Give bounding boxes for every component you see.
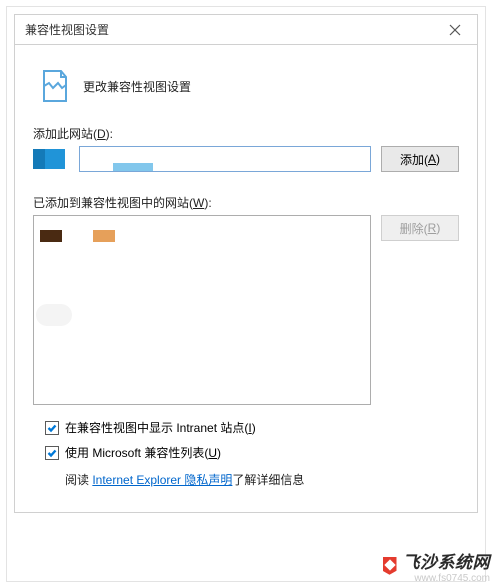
privacy-info-row: 阅读 Internet Explorer 隐私声明了解详细信息 (65, 471, 459, 488)
added-websites-label: 已添加到兼容性视图中的网站(W): (33, 194, 459, 211)
added-websites-row: 删除(R) (33, 215, 459, 405)
add-button[interactable]: 添加(A) (381, 146, 459, 172)
privacy-statement-link[interactable]: Internet Explorer 隐私声明 (92, 473, 232, 487)
intranet-checkbox-label: 在兼容性视图中显示 Intranet 站点(I) (65, 419, 256, 436)
watermark-flag-icon (383, 557, 397, 575)
add-website-row: 添加(A) (33, 146, 459, 172)
ms-list-checkbox[interactable] (45, 446, 59, 460)
remove-button: 删除(R) (381, 215, 459, 241)
checkmark-icon (47, 448, 57, 458)
close-icon (449, 24, 461, 36)
close-button[interactable] (435, 16, 475, 44)
watermark-url: www.fs0745.com (403, 573, 491, 585)
redaction-block (33, 149, 45, 169)
dialog-header-text: 更改兼容性视图设置 (83, 78, 191, 95)
redaction-block (113, 163, 153, 171)
ms-list-checkbox-label: 使用 Microsoft 兼容性列表(U) (65, 444, 221, 461)
ms-list-checkbox-row: 使用 Microsoft 兼容性列表(U) (45, 444, 459, 461)
dialog-content: 更改兼容性视图设置 添加此网站(D): 添加(A) 已添加到兼容性视图中的网站(… (15, 45, 477, 512)
redacted-list-items (40, 230, 115, 245)
added-websites-listbox[interactable] (33, 215, 371, 405)
redaction-pill (36, 304, 72, 326)
intranet-checkbox[interactable] (45, 421, 59, 435)
dialog-header-row: 更改兼容性视图设置 (41, 69, 459, 103)
dialog-title: 兼容性视图设置 (25, 21, 109, 38)
add-website-label: 添加此网站(D): (33, 125, 459, 142)
compatibility-view-settings-dialog: 兼容性视图设置 更改兼容性视图设置 添加此网站(D): (14, 14, 478, 513)
broken-page-icon (41, 69, 69, 103)
watermark-text: 飞沙系统网 www.fs0745.com (403, 548, 491, 585)
intranet-checkbox-row: 在兼容性视图中显示 Intranet 站点(I) (45, 419, 459, 436)
checkmark-icon (47, 423, 57, 433)
site-watermark: 飞沙系统网 www.fs0745.com (383, 548, 491, 585)
dialog-titlebar: 兼容性视图设置 (15, 15, 477, 45)
watermark-title: 飞沙系统网 (403, 548, 491, 573)
url-input-wrap (33, 146, 371, 172)
redaction-block (93, 230, 115, 242)
redaction-block (40, 230, 62, 242)
